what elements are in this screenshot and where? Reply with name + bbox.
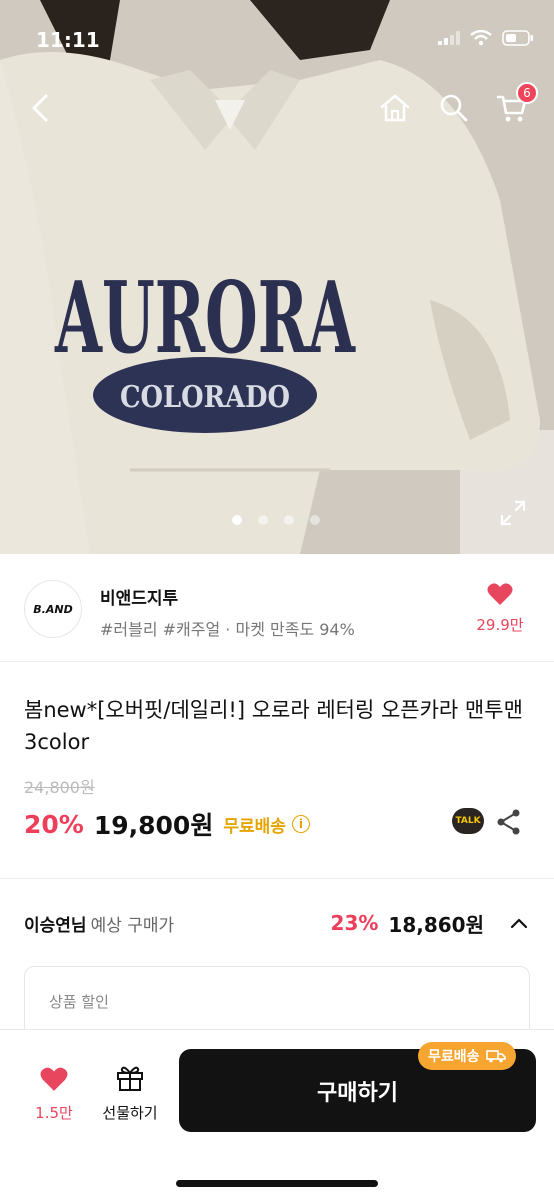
product-discount-label: 상품 할인 <box>49 993 109 1011</box>
expected-discount-rate: 23% <box>330 911 379 935</box>
wifi-icon <box>470 30 492 46</box>
search-icon <box>440 94 468 122</box>
print-aurora: AURORA <box>54 261 356 376</box>
cart-count-badge: 6 <box>516 82 538 104</box>
free-shipping-text: 무료배송 <box>223 816 286 837</box>
bottom-action-bar: 1.5만 선물하기 구매하기 무료배송 <box>0 1030 554 1200</box>
expected-price-row[interactable]: 이승연님 예상 구매가 23% 18,860원 <box>24 908 530 938</box>
gift-icon <box>117 1066 143 1091</box>
gift-label: 선물하기 <box>102 1104 158 1122</box>
like-button[interactable]: 1.5만 <box>28 1066 80 1123</box>
user-name: 이승연님 <box>24 915 87 936</box>
section-divider <box>0 878 554 879</box>
original-price: 24,800원 <box>24 778 95 797</box>
signal-icon <box>438 31 460 45</box>
expected-price-label: 예상 구매가 <box>90 915 175 936</box>
carousel-dot[interactable] <box>258 515 268 525</box>
home-icon <box>380 94 410 122</box>
chevron-left-icon <box>32 94 48 122</box>
carousel-dot[interactable] <box>310 515 320 525</box>
carousel-dot[interactable] <box>284 515 294 525</box>
shop-tags: #러블리 #캐주얼 · 마켓 만족도 94% <box>100 620 355 639</box>
heart-icon <box>487 583 513 605</box>
discount-rate: 20% <box>24 809 84 839</box>
heart-icon <box>40 1067 68 1091</box>
shop-row[interactable]: B.AND 비앤드지투 #러블리 #캐주얼 · 마켓 만족도 94% 29.9만 <box>0 554 554 662</box>
home-indicator <box>176 1180 378 1187</box>
back-button[interactable] <box>20 88 60 128</box>
chevron-up-icon[interactable] <box>508 912 530 934</box>
shop-logo[interactable]: B.AND <box>24 580 82 638</box>
share-icon[interactable] <box>496 808 522 836</box>
carousel-dot[interactable] <box>232 515 242 525</box>
free-shipping-badge: 무료배송 <box>418 1042 516 1070</box>
product-image-carousel[interactable]: AURORA COLORADO 11:11 6 <box>0 0 554 554</box>
shop-like-count: 29.9만 <box>476 616 524 634</box>
home-button[interactable] <box>375 88 415 128</box>
truck-icon <box>485 1050 506 1063</box>
info-icon[interactable]: i <box>291 815 310 833</box>
sale-price: 19,800원 <box>93 811 214 840</box>
shop-name[interactable]: 비앤드지투 <box>100 584 178 609</box>
status-icons <box>438 30 534 46</box>
product-title: 봄new*[오버핏/데일리!] 오로라 레터링 오픈카라 맨투맨 3color <box>24 698 523 754</box>
gift-button[interactable]: 선물하기 <box>96 1064 164 1123</box>
expected-price: 18,860원 <box>388 912 484 937</box>
kakao-talk-icon[interactable]: TALK <box>452 808 484 834</box>
status-time: 11:11 <box>36 28 100 52</box>
battery-icon <box>502 30 533 46</box>
price-row: 20% 19,800원 무료배송 i <box>24 806 310 842</box>
product-photo: AURORA COLORADO <box>0 0 554 554</box>
search-button[interactable] <box>434 88 474 128</box>
free-shipping-badge-text: 무료배송 <box>428 1049 480 1065</box>
carousel-dots <box>232 515 320 525</box>
cart-button[interactable]: 6 <box>492 82 538 128</box>
expand-icon[interactable] <box>500 500 526 526</box>
like-count: 1.5만 <box>35 1104 73 1122</box>
free-shipping-label[interactable]: 무료배송 i <box>223 812 310 837</box>
shop-like-button[interactable]: 29.9만 <box>470 582 530 635</box>
print-colorado: COLORADO <box>120 380 290 415</box>
